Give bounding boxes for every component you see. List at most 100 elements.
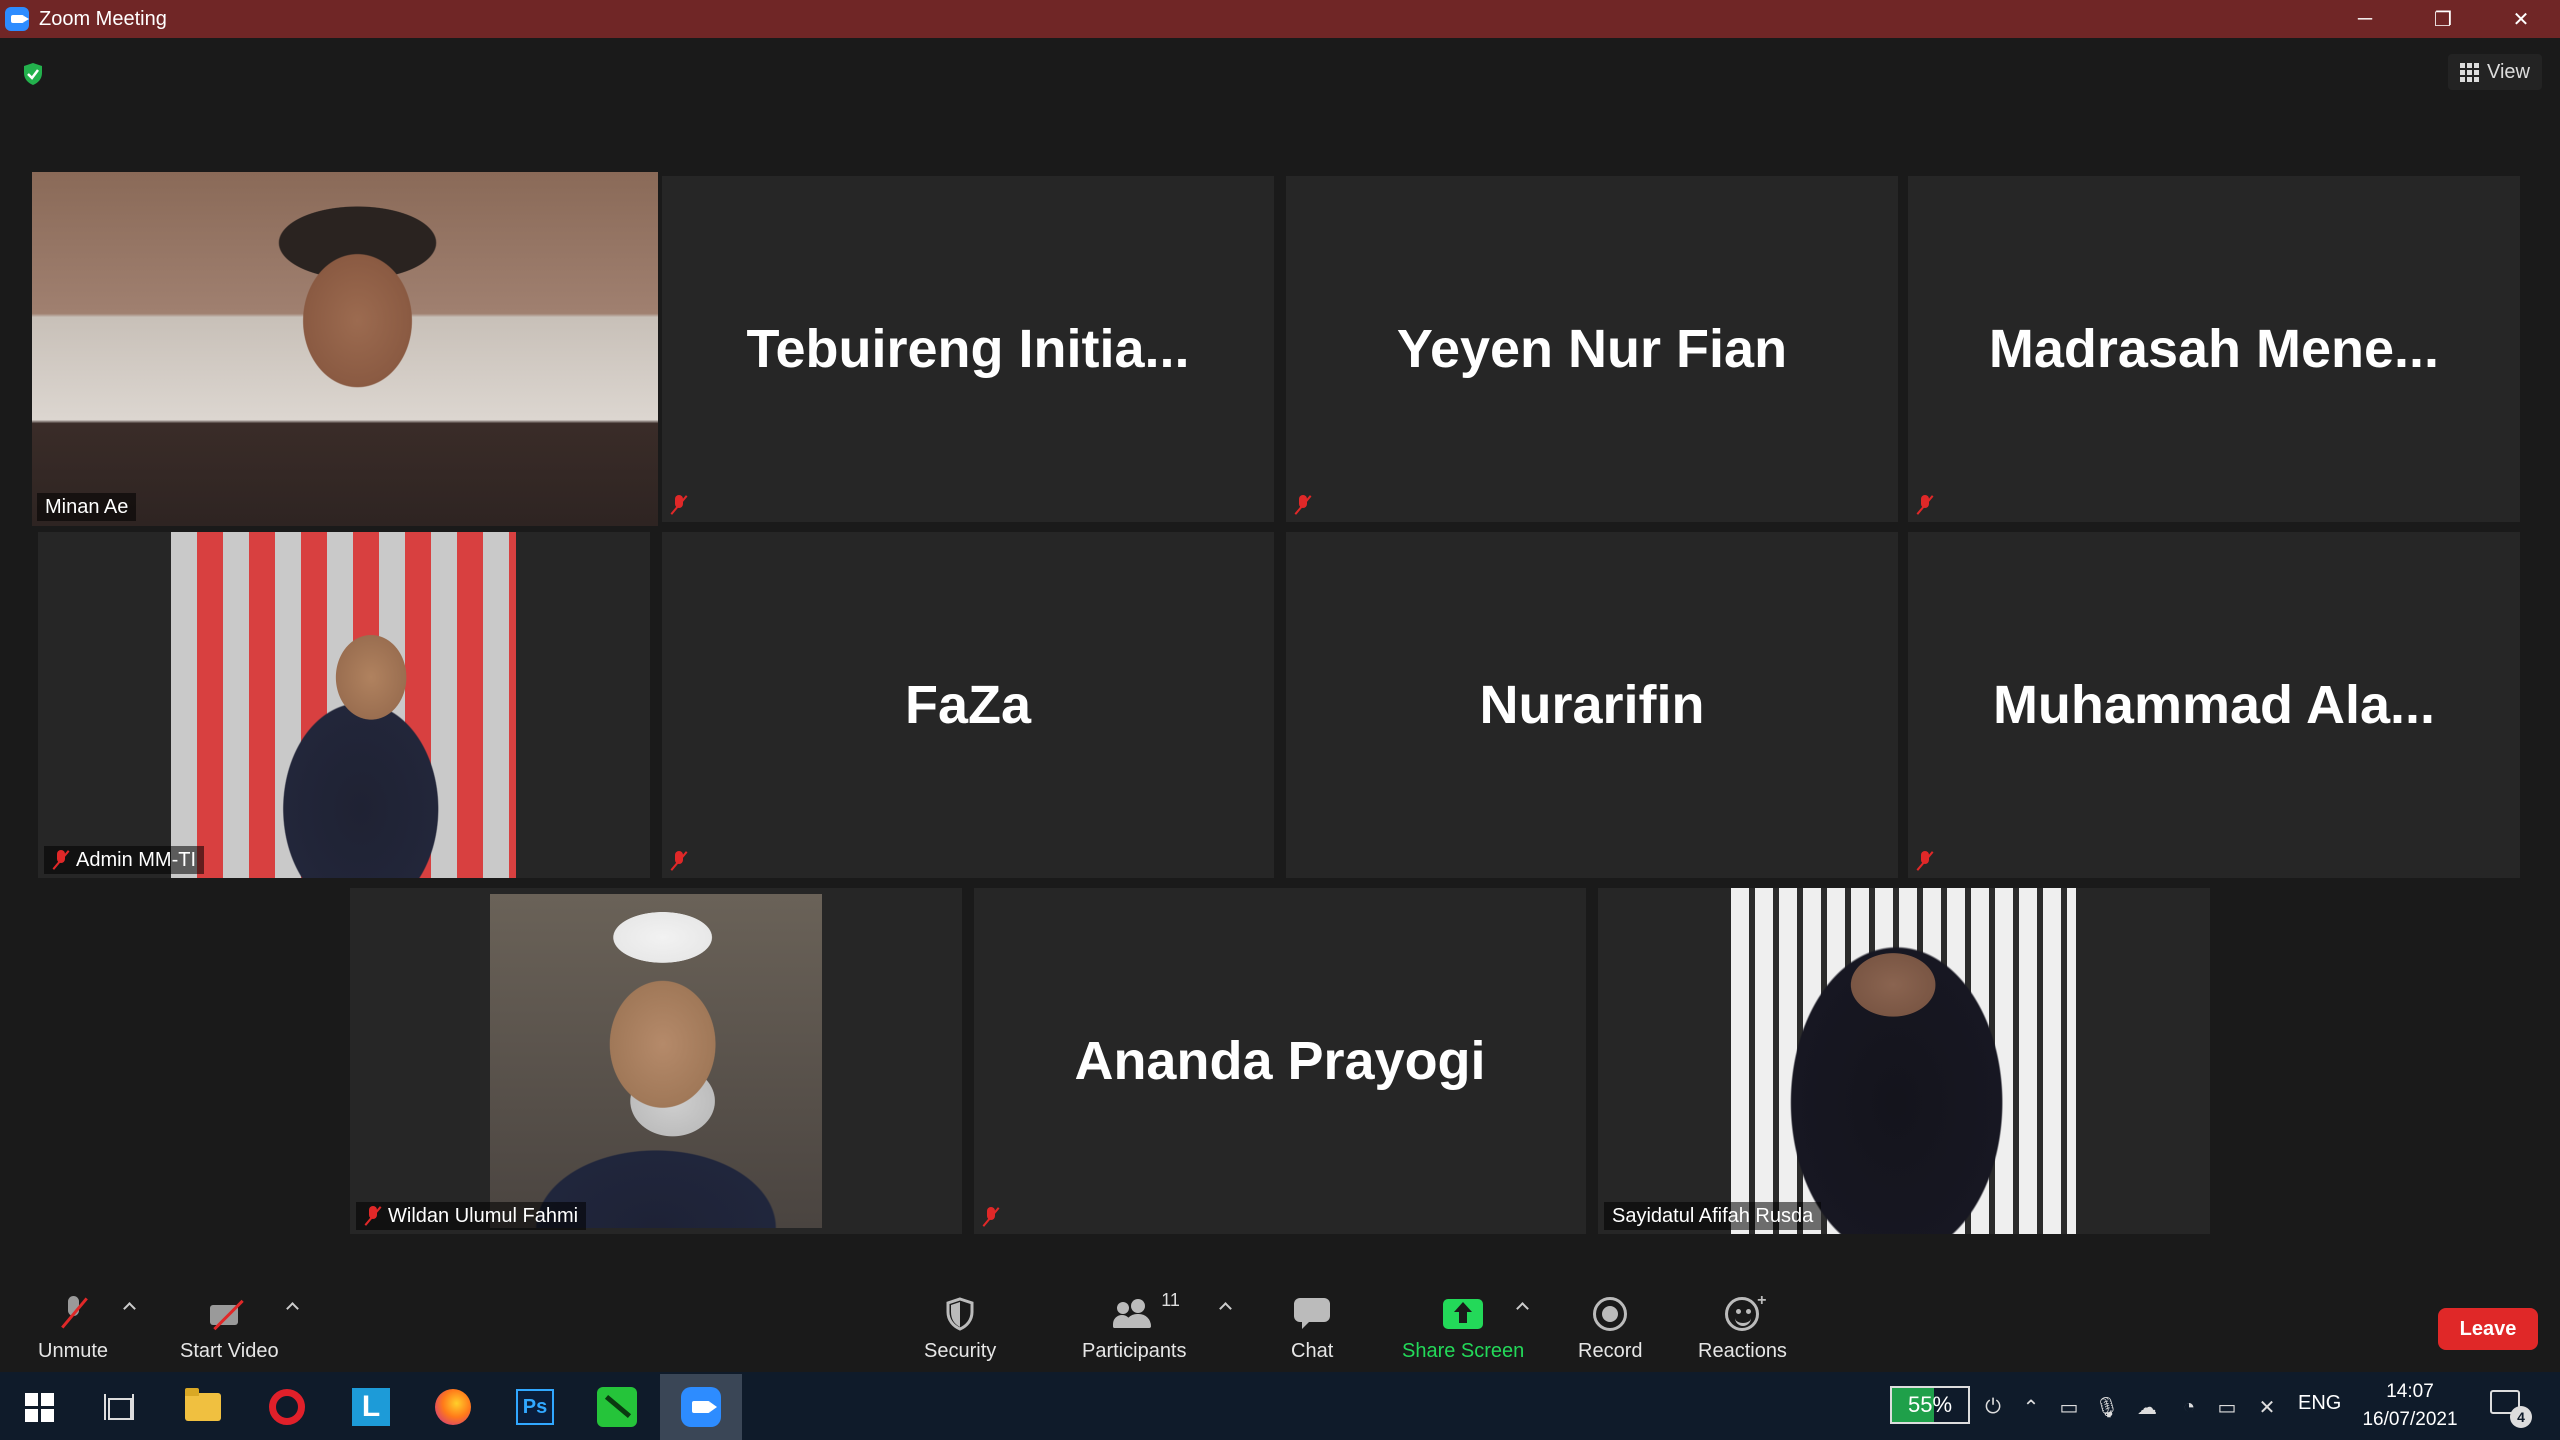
start-video-label: Start Video: [180, 1340, 279, 1362]
chat-icon: [1294, 1298, 1331, 1330]
clock[interactable]: 14:07 16/07/2021: [2355, 1378, 2465, 1434]
clock-date: 16/07/2021: [2362, 1409, 2458, 1430]
onedrive-cloud-icon[interactable]: ☁: [2134, 1394, 2160, 1420]
title-bar: Zoom Meeting ─ ❐ ✕: [0, 0, 2560, 38]
view-button[interactable]: View: [2448, 54, 2542, 90]
mic-muted-icon: [670, 494, 688, 516]
battery-icon[interactable]: ▭: [2214, 1394, 2240, 1420]
video-tile[interactable]: Madrasah Mene...: [1908, 176, 2520, 522]
record-button[interactable]: Record: [1578, 1294, 1642, 1363]
security-shield-icon: [946, 1297, 974, 1331]
record-label: Record: [1578, 1340, 1643, 1362]
leave-button[interactable]: Leave: [2438, 1308, 2538, 1350]
start-video-button[interactable]: Start Video: [180, 1294, 279, 1363]
firefox-icon: [435, 1389, 471, 1425]
share-options-chevron-icon[interactable]: [1515, 1300, 1529, 1314]
participant-name-label: Wildan Ulumul Fahmi: [356, 1202, 587, 1230]
volume-muted-icon[interactable]: ✕: [2254, 1394, 2280, 1420]
folder-icon: [185, 1388, 221, 1421]
participant-video: [490, 894, 822, 1228]
zoom-taskbar-button[interactable]: [660, 1374, 742, 1440]
task-view-button[interactable]: [94, 1382, 144, 1432]
meeting-area: View Minan Ae Tebuireng Initia... Yeyen …: [0, 38, 2560, 1278]
mic-muted-icon: [1294, 494, 1312, 516]
reactions-button[interactable]: + Reactions: [1698, 1292, 1787, 1363]
video-tile[interactable]: Yeyen Nur Fian: [1286, 176, 1898, 522]
security-button[interactable]: Security: [924, 1294, 996, 1363]
video-tile[interactable]: Admin MM-TI: [38, 532, 650, 878]
video-tile[interactable]: Sayidatul Afifah Rusda: [1598, 888, 2210, 1234]
camera-tray-icon[interactable]: ▭: [2056, 1394, 2082, 1420]
file-explorer-button[interactable]: [178, 1382, 228, 1432]
wifi-icon[interactable]: ◔: [2176, 1394, 2202, 1420]
mic-muted-icon: [60, 1296, 86, 1332]
video-tile[interactable]: Muhammad Ala...: [1908, 532, 2520, 878]
show-hidden-icons-chevron-icon[interactable]: ⌃: [2018, 1394, 2044, 1420]
participant-video: [32, 172, 658, 526]
reactions-label: Reactions: [1698, 1340, 1787, 1362]
video-tile[interactable]: Tebuireng Initia...: [662, 176, 1274, 522]
mic-muted-icon: [1916, 494, 1934, 516]
mic-muted-icon: [52, 849, 70, 871]
firefox-button[interactable]: [428, 1382, 478, 1432]
video-tile[interactable]: FaZa: [662, 532, 1274, 878]
participant-name: Wildan Ulumul Fahmi: [388, 1204, 579, 1227]
green-app-button[interactable]: [592, 1382, 642, 1432]
participant-display-name: FaZa: [904, 675, 1032, 735]
video-tile[interactable]: Wildan Ulumul Fahmi: [350, 888, 962, 1234]
chat-label: Chat: [1291, 1340, 1334, 1362]
participant-name: Admin MM-TI: [76, 848, 196, 871]
minimize-button[interactable]: ─: [2326, 0, 2404, 38]
video-tile[interactable]: Minan Ae: [32, 172, 658, 526]
video-options-chevron-icon[interactable]: [285, 1300, 299, 1314]
opera-icon: [269, 1389, 305, 1425]
l-app-button[interactable]: L: [346, 1382, 396, 1432]
language-indicator[interactable]: ENG: [2298, 1392, 2341, 1415]
participants-count: 11: [1161, 1290, 1180, 1310]
audio-options-chevron-icon[interactable]: [122, 1300, 136, 1314]
participant-display-name: Yeyen Nur Fian: [1396, 319, 1788, 379]
start-button[interactable]: [14, 1382, 64, 1432]
video-tile[interactable]: Ananda Prayogi: [974, 888, 1586, 1234]
chat-button[interactable]: Chat: [1291, 1294, 1333, 1363]
notifications-button[interactable]: 4: [2490, 1390, 2532, 1428]
unmute-button[interactable]: Unmute: [38, 1294, 108, 1363]
record-icon: [1593, 1297, 1628, 1331]
green-app-icon: [597, 1387, 637, 1427]
grid-view-icon: [2460, 62, 2479, 82]
restore-button[interactable]: ❐: [2404, 0, 2482, 38]
window-controls: ─ ❐ ✕: [2326, 0, 2560, 38]
participant-video: [1731, 888, 2076, 1234]
participant-name-label: Admin MM-TI: [44, 846, 204, 874]
clock-time: 14:07: [2386, 1381, 2434, 1402]
participant-display-name: Ananda Prayogi: [1074, 1031, 1486, 1091]
participant-display-name: Muhammad Ala...: [1992, 675, 2436, 735]
participants-options-chevron-icon[interactable]: [1218, 1300, 1232, 1314]
battery-percent-text: 55%: [1907, 1392, 1953, 1417]
mic-muted-icon: [1916, 850, 1934, 872]
participants-button[interactable]: 11 Participants: [1082, 1290, 1187, 1363]
participant-name-label: Minan Ae: [37, 493, 137, 521]
participants-icon: [1113, 1299, 1155, 1329]
windows-logo-icon: [24, 1392, 54, 1422]
reactions-smiley-icon: +: [1725, 1292, 1766, 1331]
opera-button[interactable]: [262, 1382, 312, 1432]
windows-taskbar: L Ps 55% ⏻ ⌃ ▭ 🎙 ☁ ◔ ▭ ✕ ENG 14:07 16/07…: [0, 1372, 2560, 1440]
meeting-toolbar: Unmute Start Video Security 11 Participa…: [0, 1278, 2560, 1372]
participant-name: Minan Ae: [45, 495, 129, 518]
participant-display-name: Madrasah Mene...: [1988, 319, 2440, 379]
window-title: Zoom Meeting: [39, 7, 167, 30]
view-label: View: [2487, 60, 2530, 83]
participant-display-name: Tebuireng Initia...: [746, 319, 1190, 379]
microphone-tray-icon[interactable]: 🎙: [2094, 1394, 2120, 1420]
share-screen-label: Share Screen: [1402, 1340, 1525, 1362]
share-screen-icon: [1443, 1299, 1484, 1329]
share-screen-button[interactable]: Share Screen: [1402, 1294, 1524, 1363]
photoshop-button[interactable]: Ps: [510, 1382, 560, 1432]
photoshop-icon: Ps: [516, 1389, 554, 1425]
zoom-app-icon: [5, 7, 29, 31]
battery-percentage[interactable]: 55%: [1890, 1386, 1970, 1424]
close-button[interactable]: ✕: [2482, 0, 2560, 38]
encryption-shield-icon[interactable]: [22, 62, 44, 86]
video-tile[interactable]: Nurarifin: [1286, 532, 1898, 878]
